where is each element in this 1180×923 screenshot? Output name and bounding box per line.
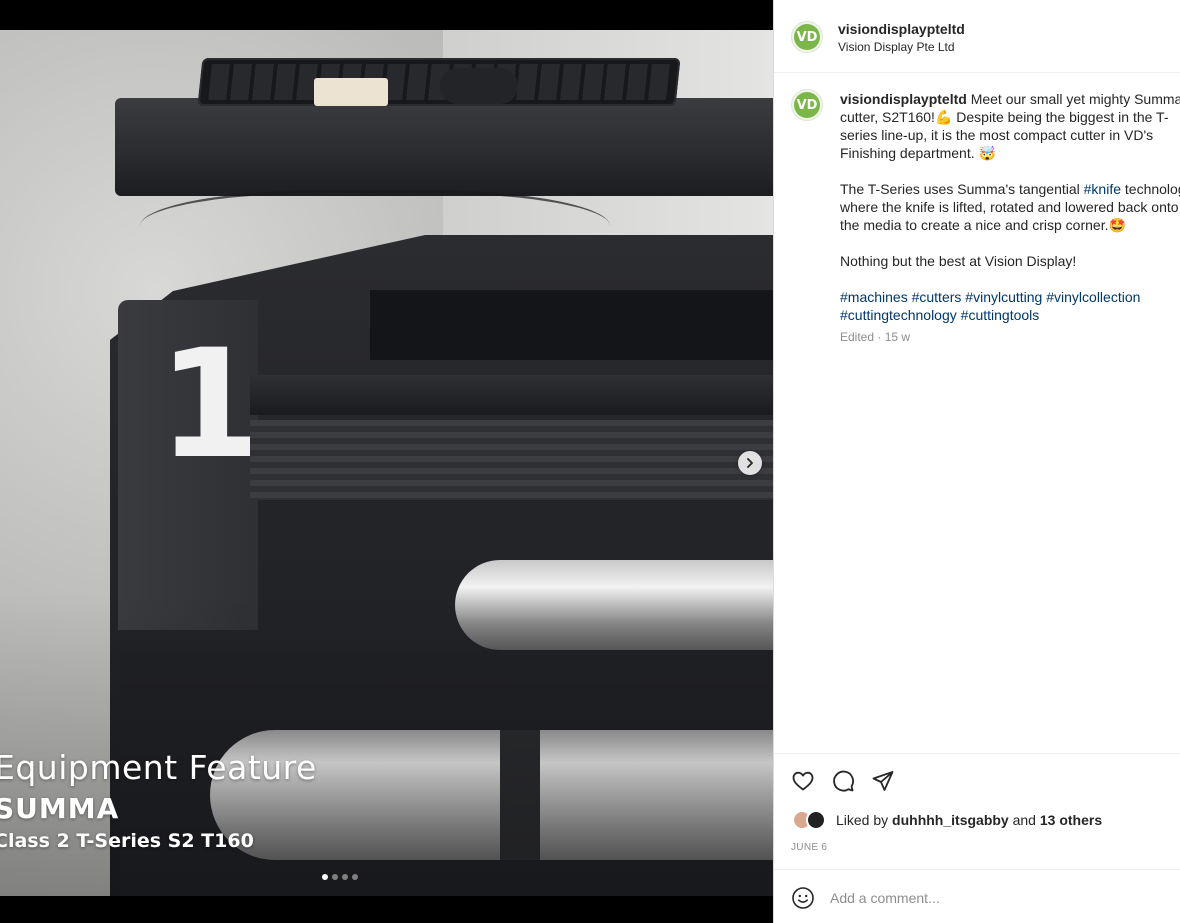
hashtag-link[interactable]: #vinylcollection	[1046, 289, 1140, 305]
hashtag-link[interactable]: #cutters	[912, 289, 962, 305]
overlay-title: Equipment Feature	[0, 748, 317, 787]
hashtag-link[interactable]: #vinylcutting	[965, 289, 1042, 305]
liker-username[interactable]: duhhhh_itsgabby	[892, 812, 1009, 828]
hashtag-link[interactable]: #knife	[1084, 181, 1121, 197]
avatar-logo: VD	[794, 92, 820, 118]
caption-paragraph-2a: The T-Series uses Summa's tangential	[840, 181, 1084, 197]
next-slide-button[interactable]	[738, 451, 762, 475]
comment-input[interactable]	[830, 887, 1160, 909]
header-username[interactable]: visiondisplaypteltd	[838, 21, 965, 37]
emoji-icon[interactable]	[791, 886, 815, 910]
post-actions: Liked by duhhhh_itsgabby and 13 others J…	[774, 753, 1180, 869]
hashtag-link[interactable]: #machines	[840, 289, 908, 305]
caption-meta: Edited · 15 w	[840, 330, 911, 344]
post-media[interactable]: 1 Equipment Feature SUMMA Class 2 T-Seri…	[0, 0, 773, 923]
comment-button[interactable]	[830, 768, 856, 794]
likes-prefix: Liked by	[836, 812, 893, 828]
likes-summary: Liked by duhhhh_itsgabby and 13 others	[792, 810, 1102, 830]
avatar[interactable]: VD	[791, 89, 823, 121]
likes-others-link[interactable]: 13 others	[1040, 812, 1102, 828]
carousel-indicator	[322, 874, 358, 880]
photo-keyboard	[197, 58, 681, 106]
photo-mouse	[440, 68, 518, 104]
add-comment-bar	[774, 869, 1180, 923]
hashtag-link[interactable]: #cuttingtools	[961, 307, 1040, 323]
photo-machine-bar	[250, 420, 773, 500]
carousel-dot	[342, 874, 348, 880]
photo-machine-rail	[250, 375, 773, 415]
send-icon	[872, 771, 894, 791]
caption-paragraph-3: Nothing but the best at Vision Display!	[840, 253, 1077, 269]
likes-text: Liked by duhhhh_itsgabby and 13 others	[836, 812, 1102, 828]
caption-text: visiondisplaypteltd Meet our small yet m…	[840, 90, 1180, 324]
machine-number: 1	[158, 318, 263, 492]
heart-icon	[792, 771, 814, 791]
photo-tag	[314, 78, 388, 106]
likes-middle: and	[1008, 812, 1040, 828]
post-header: VD visiondisplaypteltd Vision Display Pt…	[774, 0, 1180, 73]
post-side-panel: VD visiondisplaypteltd Vision Display Pt…	[773, 0, 1180, 923]
overlay-model: Class 2 T-Series S2 T160	[0, 830, 254, 852]
avatar[interactable]	[806, 810, 826, 830]
hashtag-link[interactable]: #cuttingtechnology	[840, 307, 957, 323]
photo-shelf	[115, 98, 773, 196]
chevron-right-icon	[747, 458, 753, 468]
post-photo: 1 Equipment Feature SUMMA Class 2 T-Seri…	[0, 30, 773, 896]
avatar[interactable]: VD	[791, 21, 823, 53]
photo-machine-slot	[370, 290, 773, 360]
like-button[interactable]	[790, 768, 816, 794]
carousel-dot	[352, 874, 358, 880]
post-date[interactable]: JUNE 6	[791, 842, 827, 853]
caption-area: VD visiondisplaypteltd Meet our small ye…	[774, 74, 1180, 754]
carousel-dot	[322, 874, 328, 880]
carousel-dot	[332, 874, 338, 880]
caption-username[interactable]: visiondisplaypteltd	[840, 91, 967, 107]
avatar-logo: VD	[794, 24, 820, 50]
overlay-brand: SUMMA	[0, 792, 120, 825]
comment-icon	[833, 770, 854, 792]
share-button[interactable]	[870, 768, 896, 794]
header-subtitle[interactable]: Vision Display Pte Ltd	[838, 40, 955, 54]
